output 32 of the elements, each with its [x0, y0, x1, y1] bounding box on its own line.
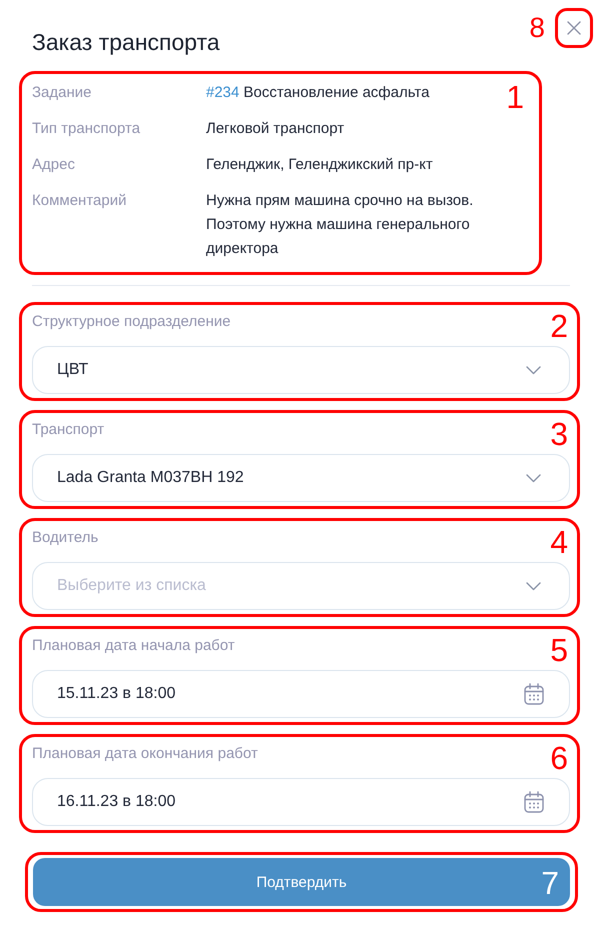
select-field[interactable]: Lada Granta M037BH 192 — [32, 454, 570, 502]
chevron-down-icon — [526, 582, 541, 590]
detail-label: Адрес — [32, 155, 75, 175]
detail-value: Легковой транспорт — [206, 119, 344, 139]
calendar-icon — [524, 791, 544, 813]
annotation-number: 4 — [550, 526, 568, 558]
detail-label: Тип транспорта — [32, 119, 140, 139]
date-field[interactable]: 15.11.23 в 18:00 — [32, 670, 570, 718]
annotation-number: 2 — [550, 310, 568, 342]
field-label: Плановая дата начала работ — [32, 636, 235, 656]
detail-value: Геленджик, Геленджикский пр-кт — [206, 155, 433, 175]
field-label: Транспорт — [32, 420, 104, 440]
close-icon — [567, 21, 581, 35]
select-field[interactable]: ЦВТ — [32, 346, 570, 394]
field-label: Структурное подразделение — [32, 312, 231, 332]
dialog-title: Заказ транспорта — [32, 28, 220, 56]
annotation-number: 7 — [541, 867, 559, 899]
chevron-down-icon — [526, 366, 541, 374]
field-label: Водитель — [32, 528, 98, 548]
annotation-number: 3 — [550, 418, 568, 450]
date-field[interactable]: 16.11.23 в 18:00 — [32, 778, 570, 826]
annotation-number: 8 — [529, 14, 545, 42]
detail-value: Нужна прям машина срочно на вызов. Поэтому нужна машина генерального директора — [206, 191, 474, 259]
detail-label: Задание — [32, 83, 92, 103]
annotation-number: 5 — [550, 634, 568, 666]
detail-value: #234 Восстановление асфальта — [206, 83, 430, 103]
chevron-down-icon — [526, 474, 541, 482]
detail-label: Комментарий — [32, 191, 126, 211]
calendar-icon — [524, 683, 544, 705]
field-label: Плановая дата окончания работ — [32, 744, 258, 764]
annotation-number: 1 — [506, 81, 524, 113]
annotation-number: 6 — [550, 742, 568, 774]
